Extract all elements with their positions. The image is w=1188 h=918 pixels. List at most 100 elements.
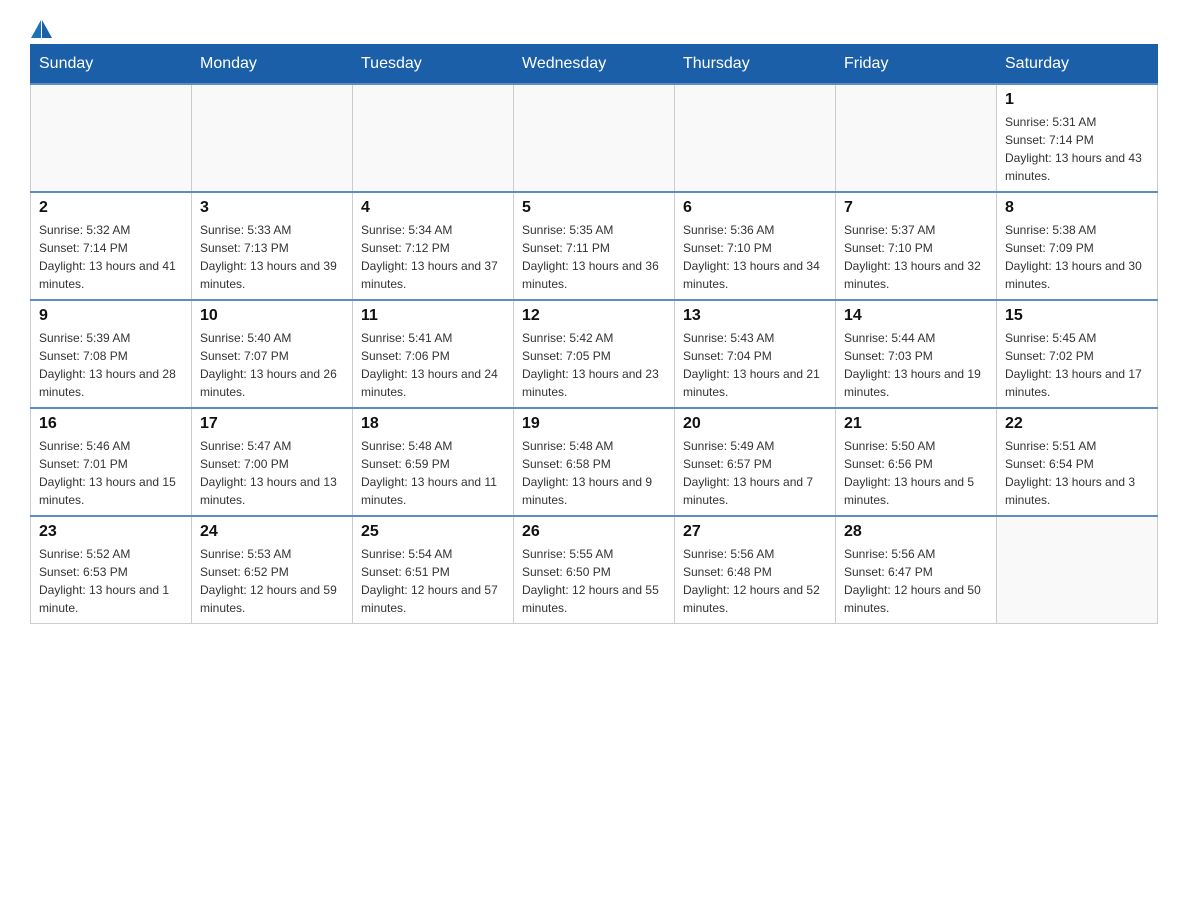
day-number: 26 xyxy=(522,523,666,541)
calendar-cell: 21 Sunrise: 5:50 AMSunset: 6:56 PMDayligh… xyxy=(836,408,997,516)
day-info: Sunrise: 5:54 AMSunset: 6:51 PMDaylight:… xyxy=(361,545,505,617)
calendar-week-row: 16 Sunrise: 5:46 AMSunset: 7:01 PMDayligh… xyxy=(31,408,1158,516)
day-info: Sunrise: 5:34 AMSunset: 7:12 PMDaylight:… xyxy=(361,221,505,293)
day-number: 5 xyxy=(522,199,666,217)
calendar-cell: 5 Sunrise: 5:35 AMSunset: 7:11 PMDaylight… xyxy=(514,192,675,300)
calendar-cell: 3Sunrise: 5:33 AMSunset: 7:13 PMDaylight… xyxy=(192,192,353,300)
day-number: 13 xyxy=(683,307,827,325)
day-info: Sunrise: 5:36 AMSunset: 7:10 PMDaylight:… xyxy=(683,221,827,293)
day-number: 8 xyxy=(1005,199,1149,217)
day-number: 6 xyxy=(683,199,827,217)
calendar-cell: 4 Sunrise: 5:34 AMSunset: 7:12 PMDaylight… xyxy=(353,192,514,300)
calendar-cell xyxy=(192,84,353,192)
day-header-thursday: Thursday xyxy=(675,45,836,85)
day-number: 12 xyxy=(522,307,666,325)
calendar-cell xyxy=(31,84,192,192)
calendar-week-row: 1 Sunrise: 5:31 AMSunset: 7:14 PMDaylight… xyxy=(31,84,1158,192)
calendar-cell: 23 Sunrise: 5:52 AMSunset: 6:53 PMDayligh… xyxy=(31,516,192,624)
day-number: 17 xyxy=(200,415,344,433)
day-info: Sunrise: 5:41 AMSunset: 7:06 PMDaylight:… xyxy=(361,329,505,401)
day-info: Sunrise: 5:45 AMSunset: 7:02 PMDaylight:… xyxy=(1005,329,1149,401)
day-info: Sunrise: 5:37 AMSunset: 7:10 PMDaylight:… xyxy=(844,221,988,293)
day-header-tuesday: Tuesday xyxy=(353,45,514,85)
day-info: Sunrise: 5:43 AMSunset: 7:04 PMDaylight:… xyxy=(683,329,827,401)
calendar-cell: 14 Sunrise: 5:44 AMSunset: 7:03 PMDayligh… xyxy=(836,300,997,408)
calendar-cell xyxy=(997,516,1158,624)
page-header xyxy=(30,20,1158,34)
day-info: Sunrise: 5:47 AMSunset: 7:00 PMDaylight:… xyxy=(200,437,344,509)
day-info: Sunrise: 5:53 AMSunset: 6:52 PMDaylight:… xyxy=(200,545,344,617)
day-info: Sunrise: 5:35 AMSunset: 7:11 PMDaylight:… xyxy=(522,221,666,293)
day-info: Sunrise: 5:56 AMSunset: 6:48 PMDaylight:… xyxy=(683,545,827,617)
calendar-week-row: 23 Sunrise: 5:52 AMSunset: 6:53 PMDayligh… xyxy=(31,516,1158,624)
day-number: 11 xyxy=(361,307,505,325)
day-info: Sunrise: 5:56 AMSunset: 6:47 PMDaylight:… xyxy=(844,545,988,617)
day-number: 21 xyxy=(844,415,988,433)
day-number: 2 xyxy=(39,199,183,217)
day-info: Sunrise: 5:31 AMSunset: 7:14 PMDaylight:… xyxy=(1005,113,1149,185)
calendar-cell: 2 Sunrise: 5:32 AMSunset: 7:14 PMDaylight… xyxy=(31,192,192,300)
day-number: 1 xyxy=(1005,91,1149,109)
day-info: Sunrise: 5:38 AMSunset: 7:09 PMDaylight:… xyxy=(1005,221,1149,293)
calendar-cell: 12 Sunrise: 5:42 AMSunset: 7:05 PMDayligh… xyxy=(514,300,675,408)
day-number: 4 xyxy=(361,199,505,217)
day-info: Sunrise: 5:52 AMSunset: 6:53 PMDaylight:… xyxy=(39,545,183,617)
day-number: 18 xyxy=(361,415,505,433)
calendar-cell: 1 Sunrise: 5:31 AMSunset: 7:14 PMDaylight… xyxy=(997,84,1158,192)
calendar-cell: 15 Sunrise: 5:45 AMSunset: 7:02 PMDayligh… xyxy=(997,300,1158,408)
day-info: Sunrise: 5:32 AMSunset: 7:14 PMDaylight:… xyxy=(39,221,183,293)
calendar-cell xyxy=(675,84,836,192)
day-header-monday: Monday xyxy=(192,45,353,85)
day-info: Sunrise: 5:42 AMSunset: 7:05 PMDaylight:… xyxy=(522,329,666,401)
day-header-saturday: Saturday xyxy=(997,45,1158,85)
day-header-friday: Friday xyxy=(836,45,997,85)
day-number: 16 xyxy=(39,415,183,433)
calendar-week-row: 9 Sunrise: 5:39 AMSunset: 7:08 PMDaylight… xyxy=(31,300,1158,408)
day-info: Sunrise: 5:48 AMSunset: 6:58 PMDaylight:… xyxy=(522,437,666,509)
calendar-cell: 24 Sunrise: 5:53 AMSunset: 6:52 PMDayligh… xyxy=(192,516,353,624)
calendar-cell: 8 Sunrise: 5:38 AMSunset: 7:09 PMDaylight… xyxy=(997,192,1158,300)
logo xyxy=(30,20,55,34)
day-info: Sunrise: 5:44 AMSunset: 7:03 PMDaylight:… xyxy=(844,329,988,401)
day-number: 15 xyxy=(1005,307,1149,325)
calendar-cell: 27 Sunrise: 5:56 AMSunset: 6:48 PMDayligh… xyxy=(675,516,836,624)
calendar-header-row: SundayMondayTuesdayWednesdayThursdayFrid… xyxy=(31,45,1158,85)
calendar-week-row: 2 Sunrise: 5:32 AMSunset: 7:14 PMDaylight… xyxy=(31,192,1158,300)
calendar-table: SundayMondayTuesdayWednesdayThursdayFrid… xyxy=(30,44,1158,624)
day-info: Sunrise: 5:46 AMSunset: 7:01 PMDaylight:… xyxy=(39,437,183,509)
calendar-cell: 7 Sunrise: 5:37 AMSunset: 7:10 PMDaylight… xyxy=(836,192,997,300)
day-number: 28 xyxy=(844,523,988,541)
day-number: 24 xyxy=(200,523,344,541)
calendar-cell xyxy=(514,84,675,192)
day-number: 10 xyxy=(200,307,344,325)
day-number: 20 xyxy=(683,415,827,433)
calendar-cell: 16 Sunrise: 5:46 AMSunset: 7:01 PMDayligh… xyxy=(31,408,192,516)
day-number: 7 xyxy=(844,199,988,217)
calendar-cell: 20 Sunrise: 5:49 AMSunset: 6:57 PMDayligh… xyxy=(675,408,836,516)
day-header-sunday: Sunday xyxy=(31,45,192,85)
day-number: 22 xyxy=(1005,415,1149,433)
day-info: Sunrise: 5:50 AMSunset: 6:56 PMDaylight:… xyxy=(844,437,988,509)
calendar-cell xyxy=(353,84,514,192)
day-info: Sunrise: 5:39 AMSunset: 7:08 PMDaylight:… xyxy=(39,329,183,401)
day-info: Sunrise: 5:55 AMSunset: 6:50 PMDaylight:… xyxy=(522,545,666,617)
day-number: 19 xyxy=(522,415,666,433)
calendar-cell: 26 Sunrise: 5:55 AMSunset: 6:50 PMDayligh… xyxy=(514,516,675,624)
day-number: 9 xyxy=(39,307,183,325)
day-header-wednesday: Wednesday xyxy=(514,45,675,85)
day-number: 23 xyxy=(39,523,183,541)
calendar-cell: 6 Sunrise: 5:36 AMSunset: 7:10 PMDaylight… xyxy=(675,192,836,300)
day-number: 14 xyxy=(844,307,988,325)
calendar-cell: 25 Sunrise: 5:54 AMSunset: 6:51 PMDayligh… xyxy=(353,516,514,624)
day-info: Sunrise: 5:49 AMSunset: 6:57 PMDaylight:… xyxy=(683,437,827,509)
day-number: 25 xyxy=(361,523,505,541)
calendar-cell: 22 Sunrise: 5:51 AMSunset: 6:54 PMDayligh… xyxy=(997,408,1158,516)
day-number: 27 xyxy=(683,523,827,541)
calendar-cell: 13 Sunrise: 5:43 AMSunset: 7:04 PMDayligh… xyxy=(675,300,836,408)
calendar-cell: 9 Sunrise: 5:39 AMSunset: 7:08 PMDaylight… xyxy=(31,300,192,408)
calendar-cell: 17 Sunrise: 5:47 AMSunset: 7:00 PMDayligh… xyxy=(192,408,353,516)
calendar-cell: 18Sunrise: 5:48 AMSunset: 6:59 PMDayligh… xyxy=(353,408,514,516)
calendar-cell xyxy=(836,84,997,192)
calendar-cell: 10Sunrise: 5:40 AMSunset: 7:07 PMDayligh… xyxy=(192,300,353,408)
day-info: Sunrise: 5:51 AMSunset: 6:54 PMDaylight:… xyxy=(1005,437,1149,509)
